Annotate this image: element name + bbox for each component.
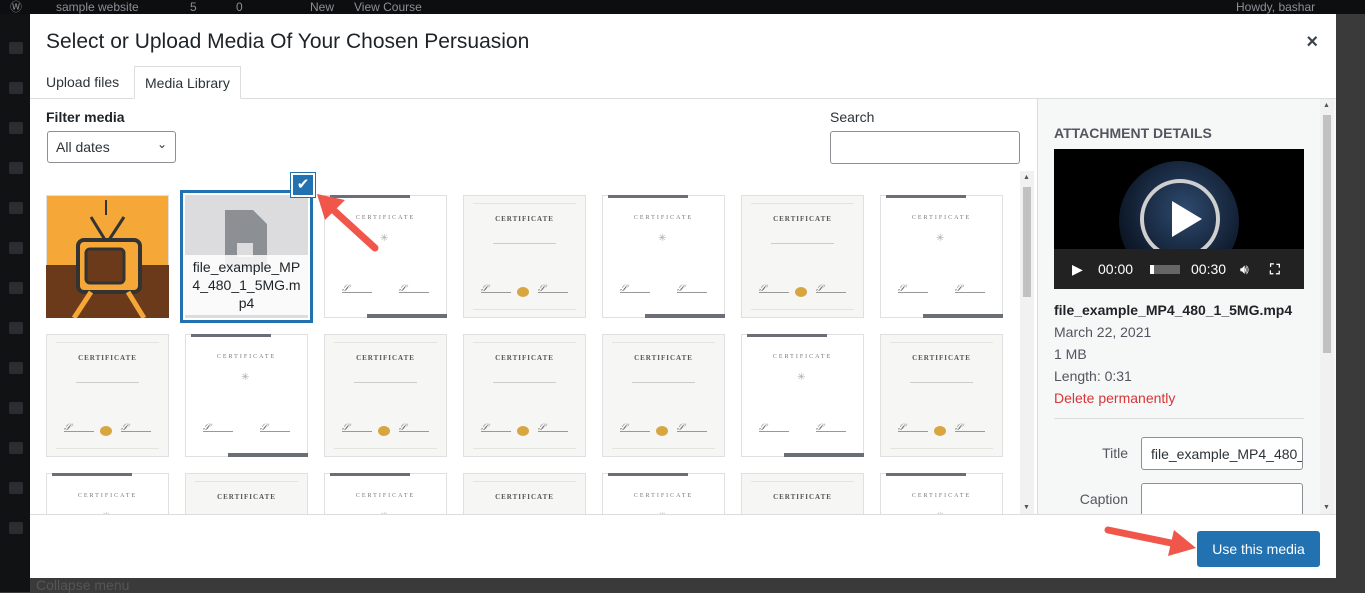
media-item-thumbnail[interactable]: CERTIFICATE✳𝒮𝒮 [602,195,725,318]
progress-slider[interactable] [1150,265,1180,274]
caption-input[interactable] [1141,483,1303,514]
media-item-thumbnail[interactable]: CERTIFICATE𝒮𝒮 [324,334,447,457]
player-controls: ▶ 00:00 00:30 🔊︎ ⛶ [1054,249,1304,289]
media-item-thumbnail[interactable]: CERTIFICATE✳𝒮𝒮 [185,334,308,457]
attachment-size: 1 MB [1054,346,1087,362]
media-item-thumbnail[interactable]: CERTIFICATE✳𝒮𝒮 [46,473,169,514]
video-player[interactable]: ▶ 00:00 00:30 🔊︎ ⛶ [1054,149,1304,289]
media-item-thumbnail[interactable]: CERTIFICATE𝒮𝒮 [185,473,308,514]
media-modal: Select or Upload Media Of Your Chosen Pe… [30,14,1336,578]
new-link[interactable]: New [310,0,334,14]
media-item-thumbnail[interactable]: CERTIFICATE✳𝒮𝒮 [880,195,1003,318]
tab-media-library[interactable]: Media Library [134,66,241,99]
media-item-thumbnail[interactable]: CERTIFICATE✳𝒮𝒮 [741,334,864,457]
modal-title: Select or Upload Media Of Your Chosen Pe… [46,30,530,53]
current-time: 00:00 [1098,261,1134,277]
selected-check-icon[interactable]: ✔ [291,173,315,197]
search-label: Search [830,109,875,125]
admin-sidebar [0,14,30,592]
media-item-thumbnail[interactable] [46,195,169,318]
media-item-thumbnail[interactable]: CERTIFICATE𝒮𝒮 [602,334,725,457]
media-item-thumbnail[interactable]: CERTIFICATE𝒮𝒮 [880,334,1003,457]
media-item-thumbnail[interactable]: CERTIFICATE𝒮𝒮 [46,334,169,457]
details-scrollbar[interactable]: ▲ ▼ [1320,99,1334,514]
fullscreen-icon[interactable]: ⛶ [1270,261,1280,278]
media-item-video[interactable]: file_example_MP4_480_1_5MG.mp4 [185,195,308,318]
divider [1054,418,1304,419]
tv-illustration-icon [46,200,169,318]
big-play-button[interactable] [1140,179,1220,259]
media-item-thumbnail[interactable]: CERTIFICATE✳𝒮𝒮 [602,473,725,514]
admin-bar: Ⓦ sample website 5 0 New View Course How… [0,0,1365,14]
attachment-date: March 22, 2021 [1054,324,1152,340]
volume-icon[interactable]: 🔊︎ [1240,261,1249,278]
chevron-down-icon: ⌄ [156,137,167,151]
caption-label: Caption [1079,491,1128,507]
title-label: Title [1102,445,1128,461]
tab-upload-files[interactable]: Upload files [36,66,129,99]
media-item-thumbnail[interactable]: CERTIFICATE𝒮𝒮 [463,334,586,457]
media-grid: file_example_MP4_480_1_5MG.mp4 CERTIFICAT… [46,180,1022,514]
attachment-details-heading: Attachment details [1054,125,1212,141]
wordpress-icon[interactable]: Ⓦ [10,0,22,14]
media-item-thumbnail[interactable]: CERTIFICATE✳𝒮𝒮 [324,473,447,514]
collapse-menu[interactable]: Collapse menu [36,578,129,592]
attachment-filename: file_example_MP4_480_1_5MG.mp4 [1054,302,1293,318]
view-course-link[interactable]: View Course [354,0,422,14]
play-icon[interactable]: ▶ [1072,261,1083,278]
media-item-thumbnail[interactable]: CERTIFICATE𝒮𝒮 [741,473,864,514]
media-item-thumbnail[interactable]: CERTIFICATE✳𝒮𝒮 [880,473,1003,514]
filter-media-label: Filter media [46,109,125,125]
comments-count[interactable]: 0 [236,0,243,14]
use-this-media-button[interactable]: Use this media [1197,531,1320,567]
date-filter-value: All dates [56,139,110,155]
media-item-thumbnail[interactable]: CERTIFICATE𝒮𝒮 [463,473,586,514]
duration: 00:30 [1191,261,1227,277]
grid-scrollbar[interactable]: ▲ ▼ [1020,171,1034,514]
annotation-arrow-icon [317,194,379,252]
search-input[interactable] [830,131,1020,164]
close-button[interactable]: × [1306,31,1318,54]
annotation-arrow-icon [1104,526,1196,556]
attachment-details-panel: Attachment details ▶ 00:00 00:30 🔊︎ ⛶ fi… [1037,99,1336,514]
site-name-link[interactable]: sample website [56,0,139,14]
howdy-user[interactable]: Howdy, bashar [1236,0,1315,14]
attachment-length: Length: 0:31 [1054,368,1132,384]
media-item-thumbnail[interactable]: CERTIFICATE𝒮𝒮 [463,195,586,318]
media-item-thumbnail[interactable]: CERTIFICATE𝒮𝒮 [741,195,864,318]
updates-count[interactable]: 5 [190,0,197,14]
delete-permanently-link[interactable]: Delete permanently [1054,390,1175,406]
title-input[interactable]: file_example_MP4_480_1_5MG [1141,437,1303,470]
media-item-filename: file_example_MP4_480_1_5MG.mp4 [185,255,308,315]
date-filter-select[interactable]: All dates ⌄ [47,131,176,163]
